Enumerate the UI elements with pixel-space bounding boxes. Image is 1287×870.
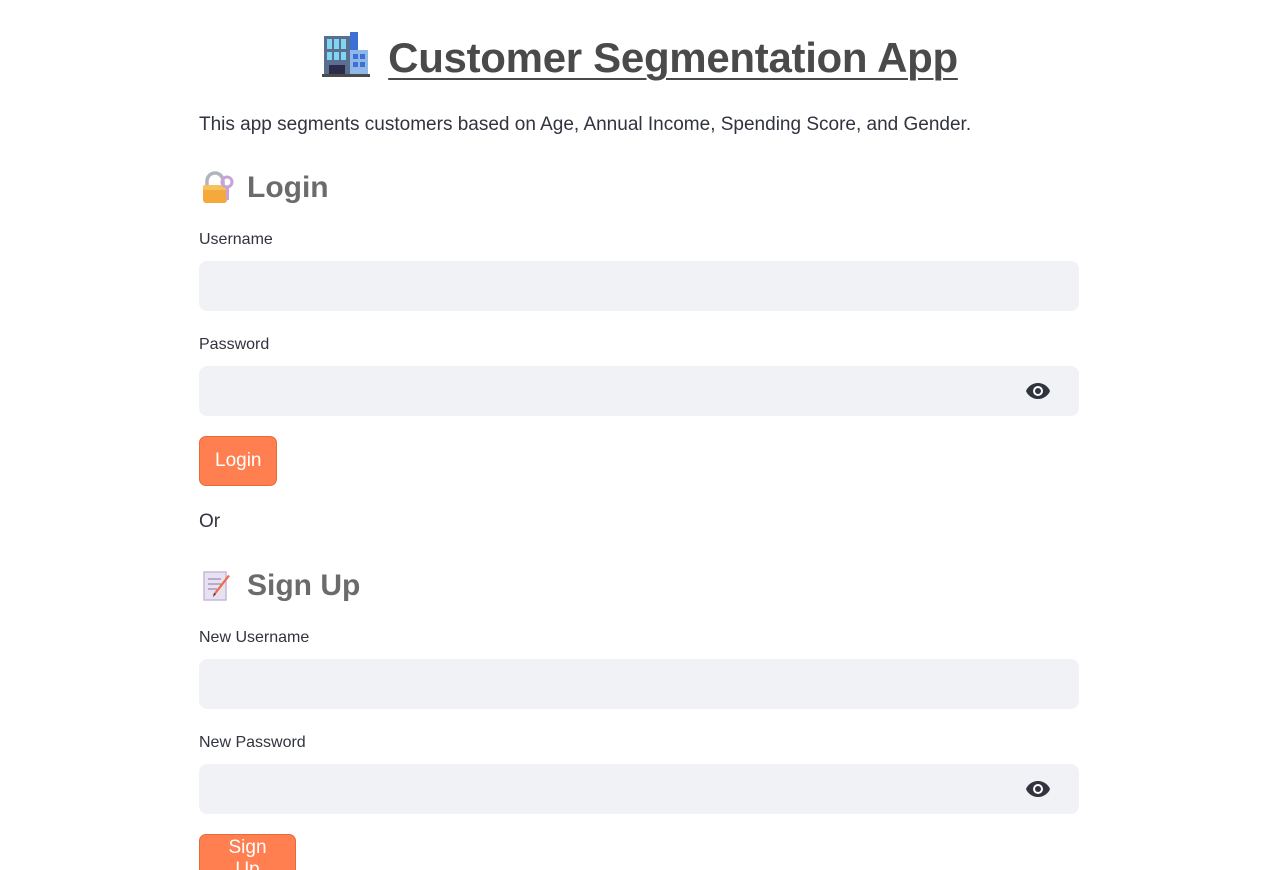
show-password-icon[interactable] bbox=[1025, 378, 1051, 404]
new-username-label: New Username bbox=[199, 629, 310, 646]
separator-text: Or bbox=[199, 511, 221, 532]
password-input[interactable] bbox=[199, 366, 1079, 416]
signup-heading: Sign Up bbox=[199, 568, 360, 604]
signup-heading-text: Sign Up bbox=[247, 569, 361, 602]
username-label: Username bbox=[199, 231, 273, 248]
password-label: Password bbox=[199, 336, 270, 353]
page-header: Customer Segmentation App bbox=[199, 30, 1079, 82]
show-new-password-icon[interactable] bbox=[1025, 776, 1051, 802]
login-heading: Login bbox=[199, 170, 329, 206]
login-button[interactable]: Login bbox=[199, 436, 277, 486]
login-heading-text: Login bbox=[247, 171, 329, 204]
signup-button[interactable]: Sign Up bbox=[199, 834, 296, 870]
username-input[interactable] bbox=[199, 261, 1079, 311]
app-description: This app segments customers based on Age… bbox=[199, 114, 972, 135]
office-building-icon bbox=[320, 30, 371, 78]
new-username-input[interactable] bbox=[199, 659, 1079, 709]
page-title: Customer Segmentation App bbox=[388, 34, 958, 81]
locked-with-key-icon bbox=[199, 170, 235, 206]
new-password-input[interactable] bbox=[199, 764, 1079, 814]
new-password-label: New Password bbox=[199, 734, 306, 751]
memo-icon bbox=[199, 568, 235, 604]
